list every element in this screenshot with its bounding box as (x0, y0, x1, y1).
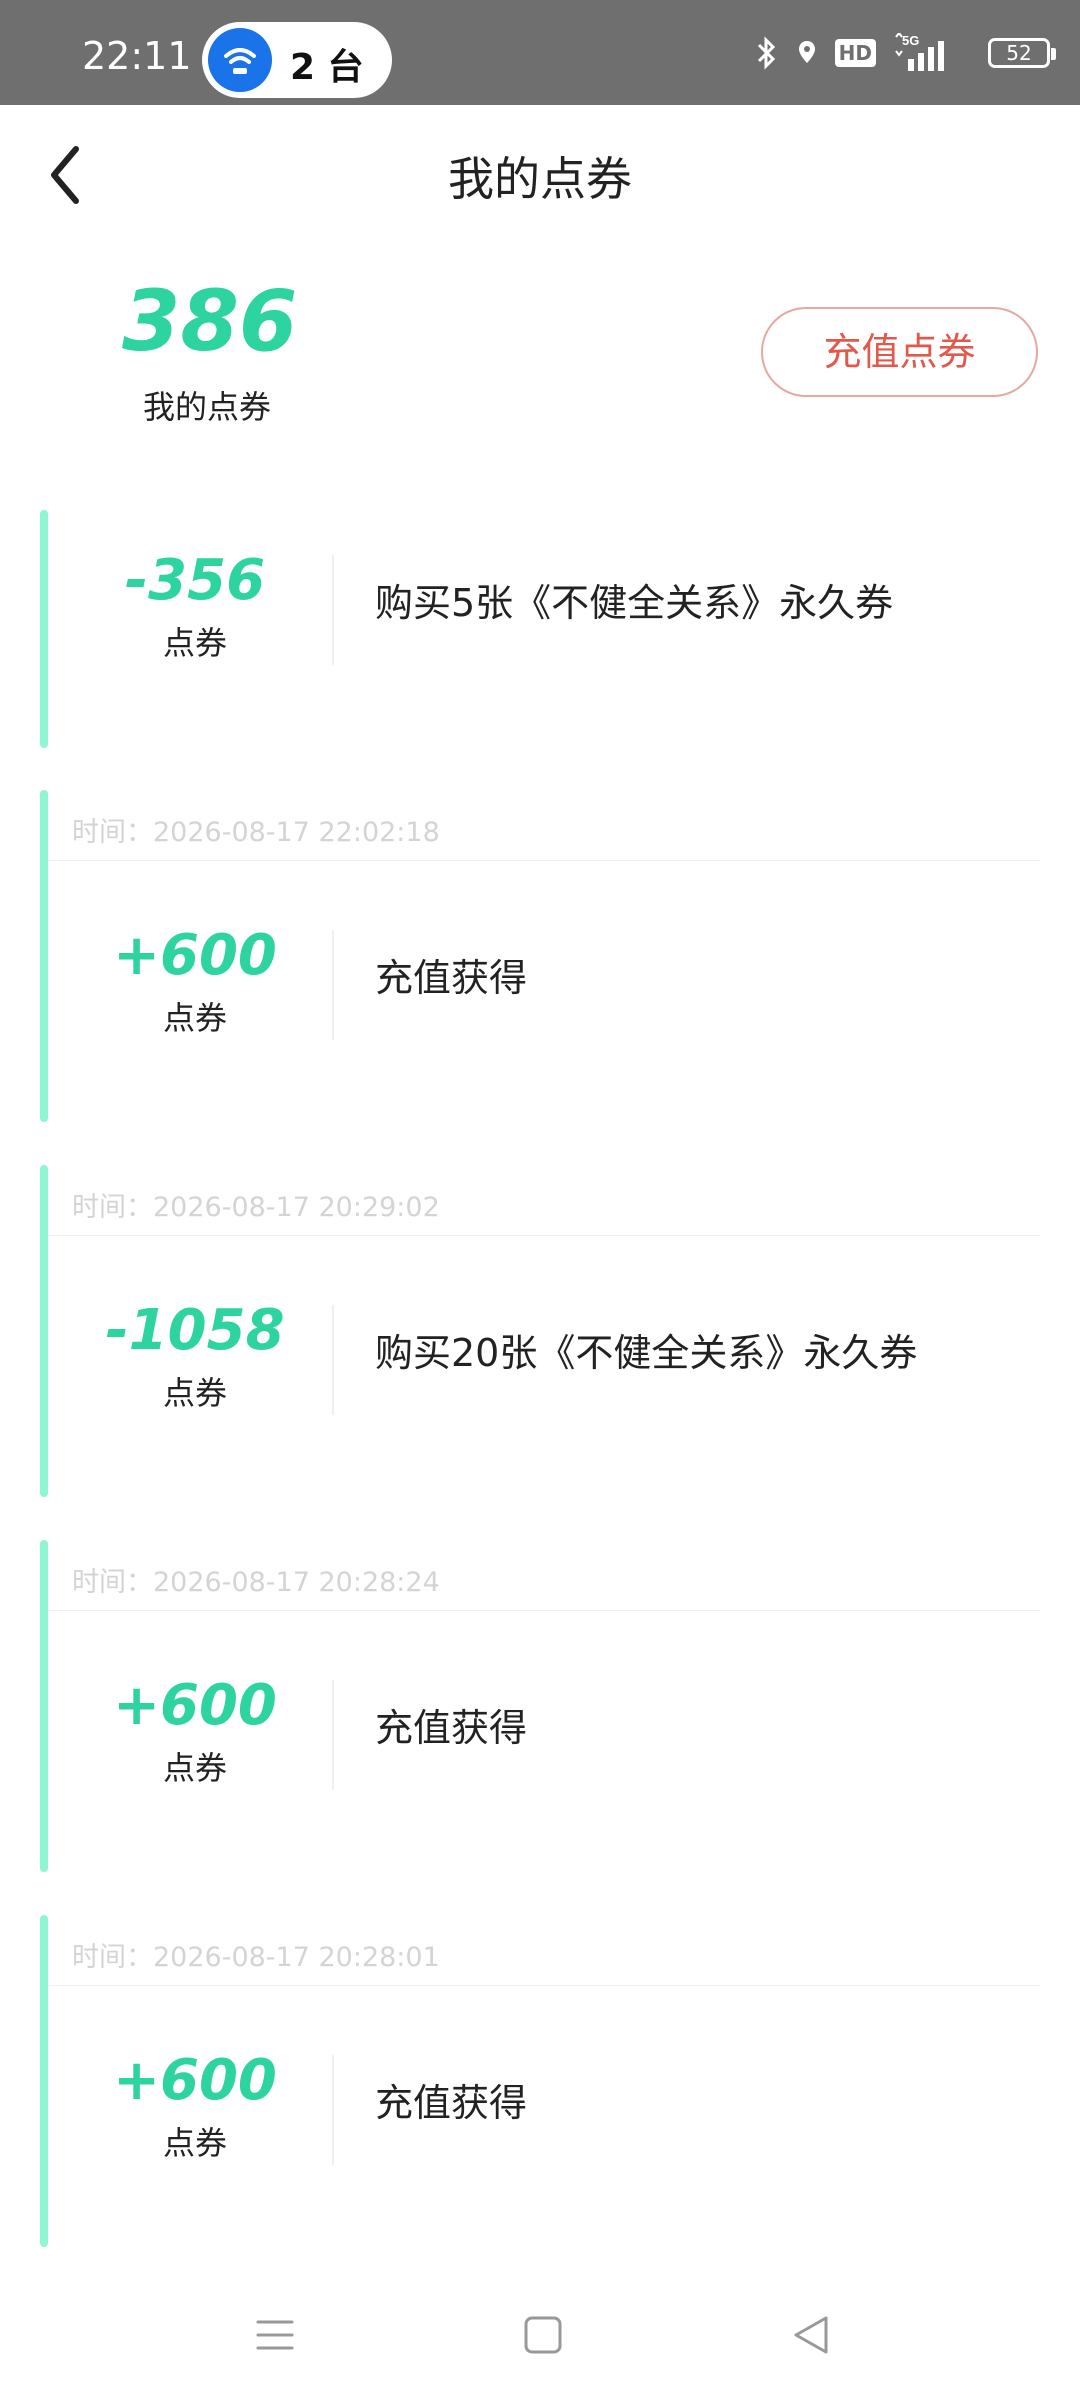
page-title: 我的点券 (448, 152, 632, 206)
record-time: 时间：2026-08-17 20:29:02 (72, 1192, 440, 1223)
record-description: 充值获得 (375, 1706, 528, 1750)
record-item[interactable]: -356 点券 购买5张《不健全关系》永久券 (40, 510, 1040, 748)
hotspot-pill[interactable]: 2 台 (202, 22, 392, 98)
5g-signal-icon: 5G (895, 33, 944, 71)
hotspot-count: 2 台 (290, 47, 364, 88)
record-description: 充值获得 (375, 956, 528, 1000)
record-unit: 点券 (162, 999, 227, 1037)
status-icons: HD 5G 52 (755, 30, 1056, 76)
record-time: 时间：2026-08-17 20:28:24 (72, 1567, 440, 1598)
back-triangle-icon (794, 2316, 828, 2354)
record-time: 时间：2026-08-17 22:02:18 (72, 817, 440, 848)
record-description: 购买20张《不健全关系》永久券 (375, 1331, 918, 1375)
record-description: 购买5张《不健全关系》永久券 (375, 581, 894, 625)
record-separator (48, 1235, 1040, 1236)
record-item[interactable]: 时间：2026-08-17 22:02:18 +600 点券 充值获得 (40, 790, 1040, 1122)
status-time: 22:11 (82, 34, 192, 78)
wifi-icon (208, 28, 272, 92)
record-divider (332, 1305, 334, 1415)
location-icon (798, 41, 815, 63)
battery-icon: 52 (988, 38, 1056, 68)
record-description: 充值获得 (375, 2081, 528, 2125)
record-amount: +600 (113, 1673, 277, 1738)
record-separator (48, 860, 1040, 861)
back-nav-button[interactable] (776, 2300, 846, 2370)
record-time: 时间：2026-08-17 20:28:01 (72, 1942, 440, 1973)
record-amount: -1058 (105, 1298, 285, 1363)
record-separator (48, 1610, 1040, 1611)
home-icon (524, 2316, 562, 2354)
recharge-button[interactable]: 充值点券 (761, 307, 1038, 397)
record-amount: +600 (113, 2048, 277, 2113)
hd-icon: HD (834, 39, 876, 67)
record-separator (48, 1985, 1040, 1986)
record-unit: 点券 (162, 624, 227, 662)
record-unit: 点券 (162, 1374, 227, 1412)
record-unit: 点券 (162, 1749, 227, 1787)
svg-text:5G: 5G (902, 33, 919, 48)
app-header: 我的点券 (0, 105, 1080, 240)
record-item[interactable]: 时间：2026-08-17 20:29:02 -1058 点券 购买20张《不健… (40, 1165, 1040, 1497)
menu-icon (256, 2320, 294, 2350)
record-amount: +600 (113, 923, 277, 988)
balance-value: 386 (122, 272, 298, 370)
record-amount: -356 (124, 548, 266, 613)
home-button[interactable] (508, 2300, 578, 2370)
record-divider (332, 2055, 334, 2165)
record-divider (332, 930, 334, 1040)
record-unit: 点券 (162, 2124, 227, 2162)
system-nav-bar (0, 2290, 1080, 2380)
record-item[interactable]: 时间：2026-08-17 20:28:01 +600 点券 充值获得 (40, 1915, 1040, 2247)
balance-label: 我的点券 (142, 388, 271, 426)
record-divider (332, 1680, 334, 1790)
status-bar: 22:11 2 台 HD 5G 52 (0, 0, 1080, 105)
record-divider (332, 555, 334, 665)
bluetooth-icon (757, 36, 775, 70)
menu-button[interactable] (240, 2300, 310, 2370)
record-item[interactable]: 时间：2026-08-17 20:28:24 +600 点券 充值获得 (40, 1540, 1040, 1872)
